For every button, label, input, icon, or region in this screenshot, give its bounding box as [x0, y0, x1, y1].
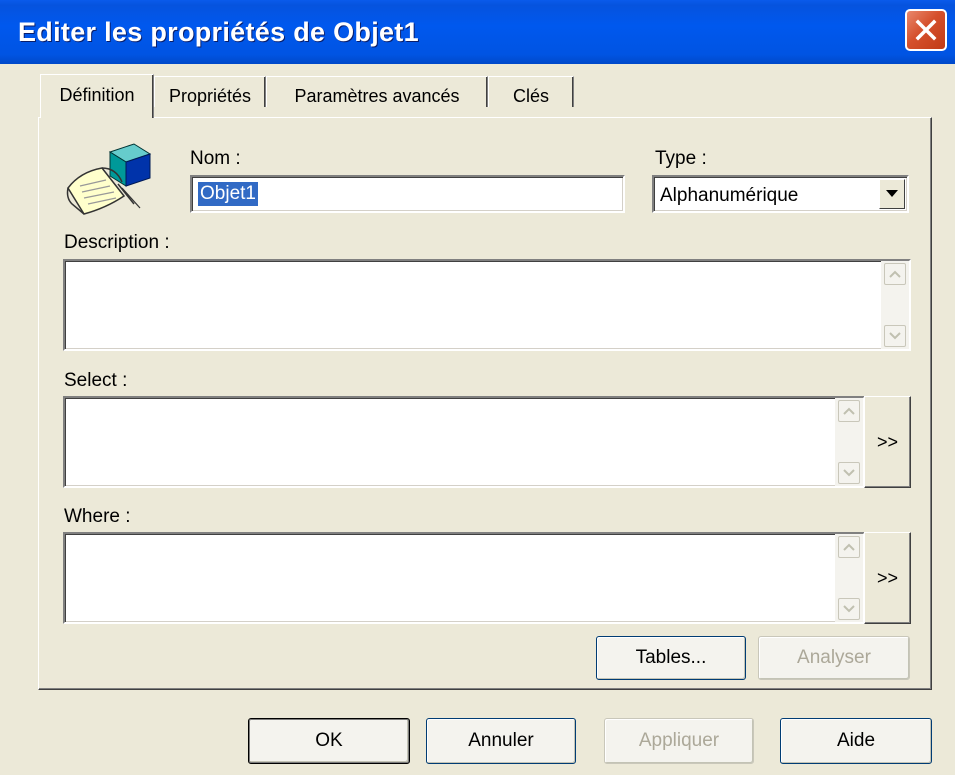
type-dropdown-button[interactable]: [879, 179, 905, 209]
scroll-down-button[interactable]: [838, 462, 860, 484]
type-value: Alphanumérique: [660, 185, 799, 206]
description-label: Description :: [64, 232, 170, 253]
description-scrollbar[interactable]: [881, 261, 909, 349]
tab-label: Clés: [512, 86, 549, 106]
scroll-up-button[interactable]: [838, 536, 860, 558]
where-expand-button[interactable]: >>: [864, 532, 911, 624]
chevron-down-icon: [843, 605, 855, 613]
dialog-window: Editer les propriétés de Objet1 Définiti…: [0, 0, 955, 775]
name-label: Nom :: [190, 148, 241, 169]
help-button[interactable]: Aide: [780, 718, 932, 764]
apply-button[interactable]: Appliquer: [604, 718, 754, 764]
close-icon: [915, 19, 937, 41]
tab-label: Définition: [59, 85, 135, 105]
select-textarea[interactable]: [63, 396, 865, 488]
chevron-down-icon: [889, 332, 901, 340]
where-textarea[interactable]: [63, 532, 865, 624]
scroll-down-button[interactable]: [838, 598, 860, 620]
object-properties-icon: [66, 143, 152, 215]
chevron-up-icon: [843, 407, 855, 415]
chevron-down-icon: [886, 190, 898, 197]
window-title: Editer les propriétés de Objet1: [18, 16, 419, 47]
select-expand-button[interactable]: >>: [864, 396, 911, 488]
type-label: Type :: [655, 148, 707, 169]
name-input[interactable]: Objet1: [190, 175, 625, 213]
select-scrollbar[interactable]: [835, 398, 863, 486]
tables-button[interactable]: Tables...: [596, 636, 746, 680]
scroll-down-button[interactable]: [884, 325, 906, 347]
description-textarea[interactable]: [63, 259, 911, 351]
cancel-button[interactable]: Annuler: [426, 718, 576, 764]
title-bar[interactable]: Editer les propriétés de Objet1: [0, 0, 955, 64]
close-button[interactable]: [905, 9, 947, 51]
scroll-up-button[interactable]: [838, 400, 860, 422]
tab-properties[interactable]: Propriétés: [154, 76, 266, 107]
tab-advanced-parameters[interactable]: Paramètres avancés: [266, 76, 488, 107]
tab-label: Propriétés: [168, 86, 252, 106]
type-select[interactable]: Alphanumérique: [652, 175, 909, 213]
select-label: Select :: [64, 370, 128, 391]
tab-definition[interactable]: Définition: [40, 74, 154, 118]
where-label: Where :: [64, 506, 131, 527]
chevron-up-icon: [889, 270, 901, 278]
name-value: Objet1: [198, 182, 258, 206]
tab-label: Paramètres avancés: [294, 86, 460, 106]
chevron-down-icon: [843, 469, 855, 477]
ok-button[interactable]: OK: [248, 718, 410, 764]
chevron-up-icon: [843, 543, 855, 551]
scroll-up-button[interactable]: [884, 263, 906, 285]
analyze-button[interactable]: Analyser: [758, 636, 910, 680]
tab-keys[interactable]: Clés: [488, 76, 574, 107]
where-scrollbar[interactable]: [835, 534, 863, 622]
